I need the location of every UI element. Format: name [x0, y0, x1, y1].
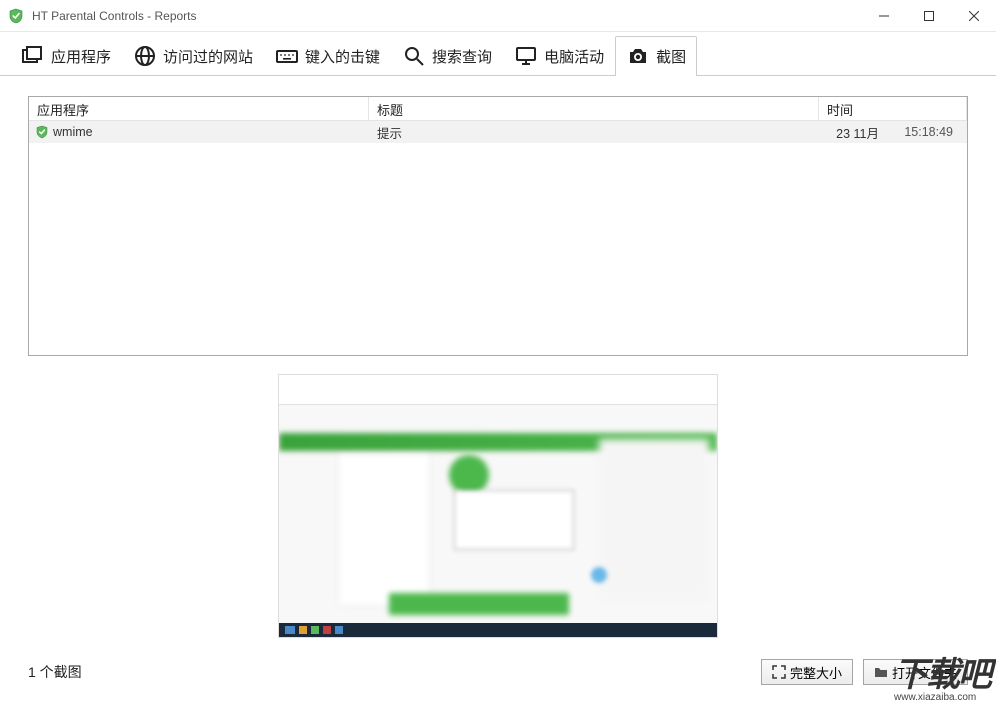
titlebar: HT Parental Controls - Reports — [0, 0, 996, 32]
tab-keystrokes[interactable]: 键入的击键 — [264, 36, 391, 75]
window-title: HT Parental Controls - Reports — [32, 9, 861, 23]
close-button[interactable] — [951, 0, 996, 31]
screenshot-thumbnail[interactable] — [278, 374, 718, 638]
globe-icon — [133, 44, 157, 68]
row-title: 提示 — [369, 123, 819, 142]
tab-apps[interactable]: 应用程序 — [10, 36, 122, 75]
bottom-bar: 1 个截图 完整大小 打开文件夹 — [28, 659, 968, 685]
keyboard-icon — [275, 44, 299, 68]
table-header: 应用程序 标题 时间 — [29, 97, 967, 121]
screenshot-count-label: 1 个截图 — [28, 662, 751, 682]
table-row[interactable]: wmime 提示 23 11月 15:18:49 — [29, 121, 967, 143]
app-icon — [8, 8, 24, 24]
minimize-button[interactable] — [861, 0, 906, 31]
tab-activity[interactable]: 电脑活动 — [503, 36, 615, 75]
screenshot-preview-area — [28, 374, 968, 638]
tab-websites[interactable]: 访问过的网站 — [122, 36, 264, 75]
header-title[interactable]: 标题 — [369, 97, 819, 121]
tab-label: 截图 — [656, 46, 686, 67]
tab-label: 键入的击键 — [305, 46, 380, 67]
content-area: 应用程序 标题 时间 wmime 提示 23 11月 15:18:49 — [0, 76, 996, 650]
header-app[interactable]: 应用程序 — [29, 97, 369, 121]
window-controls — [861, 0, 996, 31]
windows-stack-icon — [21, 44, 45, 68]
button-label: 打开文件夹 — [892, 663, 957, 682]
row-date: 23 11月 — [819, 123, 879, 142]
tab-label: 访问过的网站 — [163, 46, 253, 67]
tab-label: 应用程序 — [51, 46, 111, 67]
tab-search[interactable]: 搜索查询 — [391, 36, 503, 75]
tab-label: 电脑活动 — [544, 46, 604, 67]
monitor-icon — [514, 44, 538, 68]
tab-screenshots[interactable]: 截图 — [615, 36, 697, 75]
expand-icon — [772, 665, 786, 679]
open-folder-button[interactable]: 打开文件夹 — [863, 659, 968, 685]
tabs-bar: 应用程序 访问过的网站 键入的击键 搜索查询 电脑活动 截图 — [0, 32, 996, 76]
folder-icon — [874, 665, 888, 679]
maximize-button[interactable] — [906, 0, 951, 31]
row-app-name: wmime — [53, 125, 93, 139]
table-body: wmime 提示 23 11月 15:18:49 — [29, 121, 967, 143]
tab-label: 搜索查询 — [432, 46, 492, 67]
button-label: 完整大小 — [790, 663, 842, 682]
search-icon — [402, 44, 426, 68]
screenshot-table: 应用程序 标题 时间 wmime 提示 23 11月 15:18:49 — [28, 96, 968, 356]
watermark-url: www.xiazaiba.com — [894, 692, 990, 703]
header-time[interactable]: 时间 — [819, 97, 967, 121]
shield-icon — [35, 125, 49, 139]
fullsize-button[interactable]: 完整大小 — [761, 659, 853, 685]
row-time: 15:18:49 — [879, 125, 967, 139]
camera-icon — [626, 44, 650, 68]
